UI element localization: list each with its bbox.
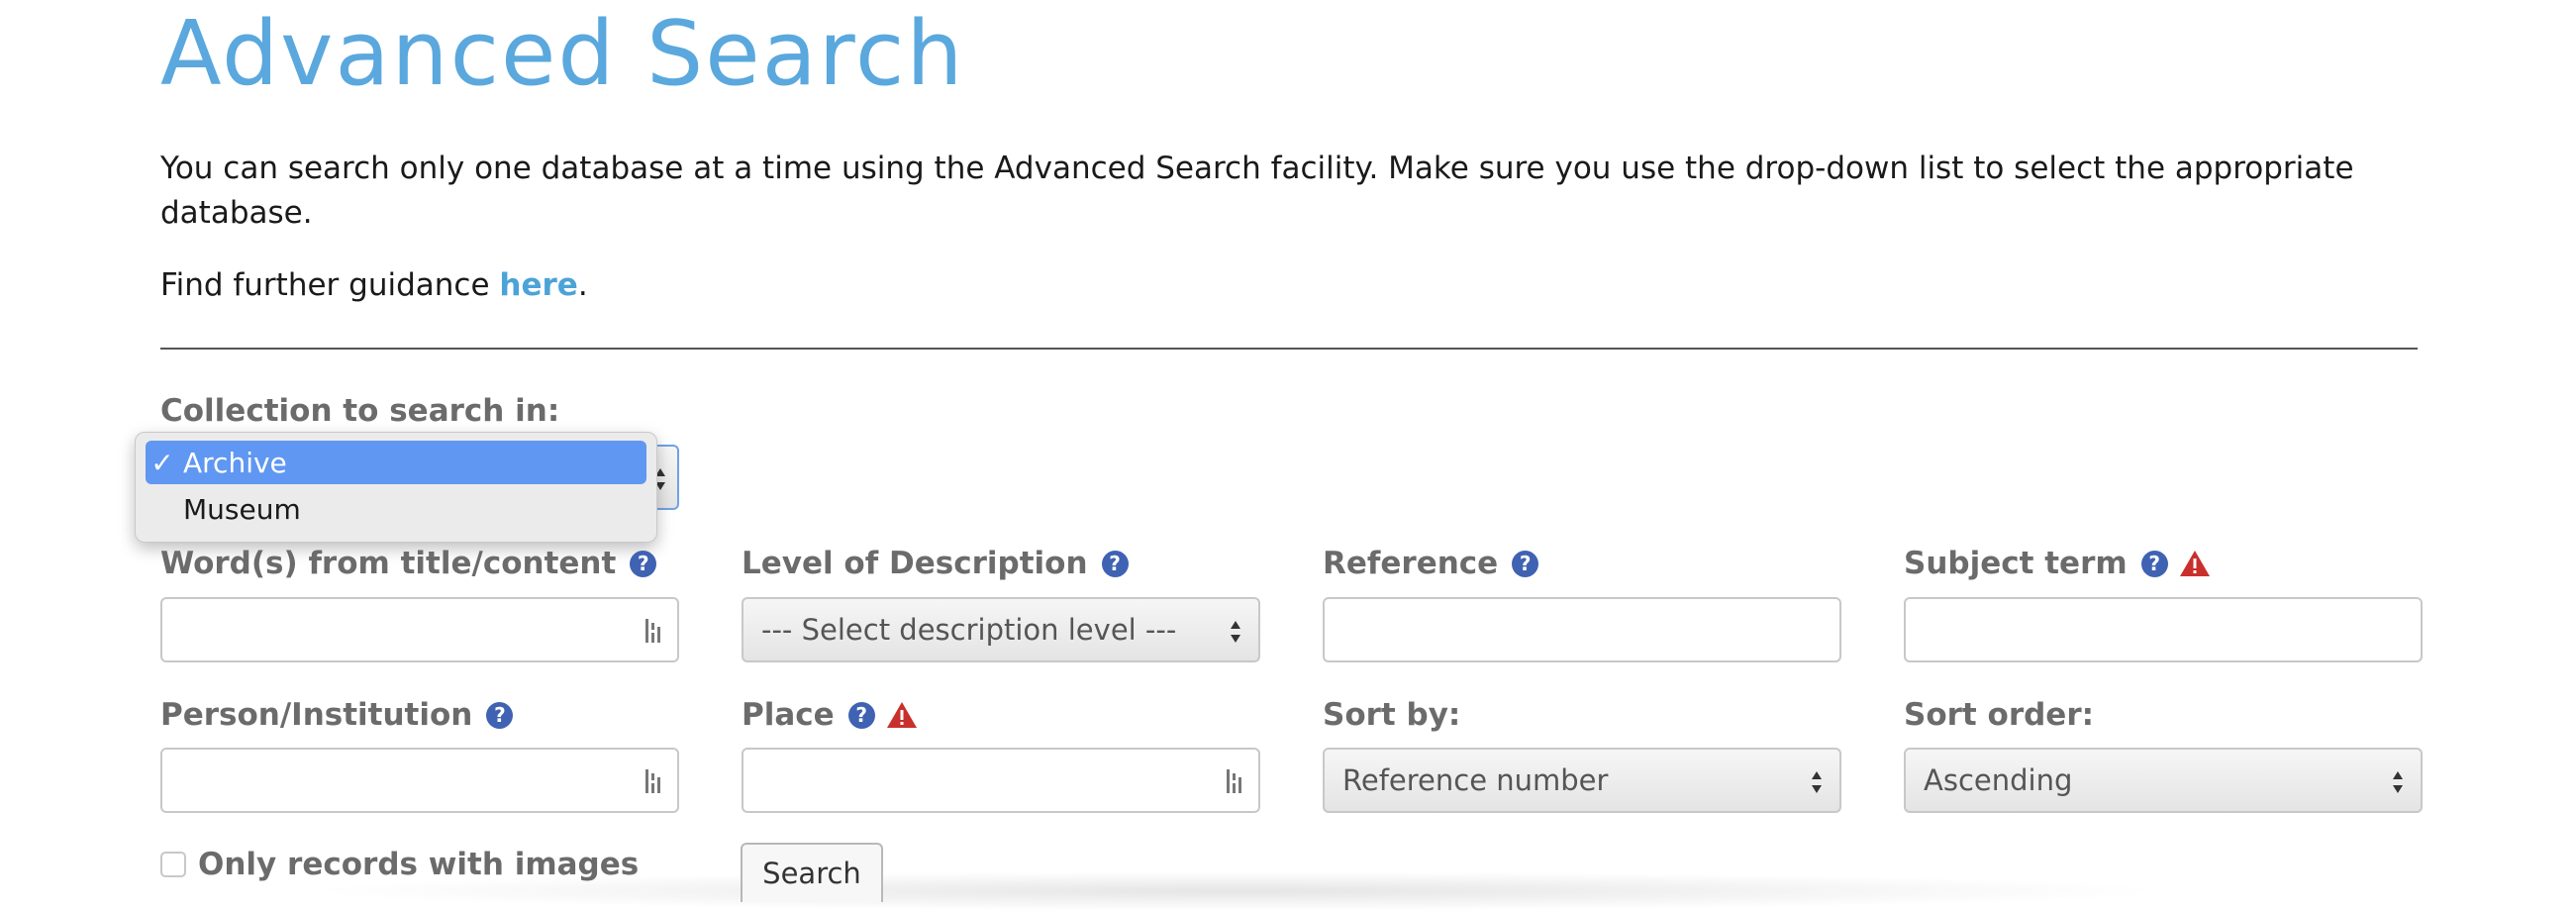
level-label: Level of Description bbox=[742, 546, 1088, 581]
place-label-row: Place ? bbox=[742, 693, 919, 737]
level-select-value: --- Select description level --- bbox=[761, 613, 1177, 647]
sortorder-select-value: Ascending bbox=[1924, 763, 2073, 797]
intro-text: You can search only one database at a ti… bbox=[160, 151, 2354, 231]
subject-label-row: Subject term ? bbox=[1904, 542, 2212, 585]
words-label-row: Word(s) from title/content ? bbox=[160, 542, 657, 585]
words-input[interactable] bbox=[160, 597, 679, 662]
words-label: Word(s) from title/content bbox=[160, 546, 617, 581]
help-icon[interactable]: ? bbox=[847, 701, 875, 729]
help-icon[interactable]: ? bbox=[630, 550, 657, 577]
place-label: Place bbox=[742, 697, 835, 733]
reference-label-row: Reference ? bbox=[1323, 542, 1539, 585]
subject-label: Subject term bbox=[1904, 546, 2128, 581]
select-arrows-icon bbox=[2393, 771, 2403, 793]
level-select[interactable]: --- Select description level --- bbox=[742, 597, 1260, 662]
keyboard-icon[interactable] bbox=[1225, 767, 1246, 795]
sortby-select-value: Reference number bbox=[1342, 763, 1609, 797]
warning-icon[interactable] bbox=[2178, 549, 2212, 578]
help-icon[interactable]: ? bbox=[486, 701, 514, 729]
collection-label: Collection to search in: bbox=[160, 393, 560, 429]
place-input[interactable] bbox=[742, 748, 1260, 813]
divider bbox=[160, 348, 2418, 350]
keyboard-icon[interactable] bbox=[644, 617, 665, 645]
checkmark-icon: ✓ bbox=[150, 446, 174, 479]
dropdown-option-museum[interactable]: Museum bbox=[146, 487, 646, 531]
select-arrows-icon bbox=[1231, 621, 1240, 643]
guidance-prefix: Find further guidance bbox=[160, 267, 500, 303]
sortorder-label: Sort order: bbox=[1904, 697, 2095, 733]
reference-input[interactable] bbox=[1323, 597, 1841, 662]
guidance-text: Find further guidance here. bbox=[160, 263, 588, 308]
keyboard-icon[interactable] bbox=[644, 767, 665, 795]
reference-label: Reference bbox=[1323, 546, 1499, 581]
sortby-label: Sort by: bbox=[1323, 697, 1461, 733]
page-title: Advanced Search bbox=[160, 2, 965, 106]
person-label-row: Person/Institution ? bbox=[160, 693, 514, 737]
select-arrows-icon bbox=[1812, 771, 1822, 793]
search-button[interactable]: Search bbox=[741, 843, 883, 902]
level-label-row: Level of Description ? bbox=[742, 542, 1129, 585]
footer-shadow bbox=[297, 871, 2178, 911]
sortorder-select[interactable]: Ascending bbox=[1904, 748, 2423, 813]
option-label: Archive bbox=[183, 446, 287, 479]
collection-dropdown: ✓ Archive Museum bbox=[135, 432, 657, 543]
help-icon[interactable]: ? bbox=[2140, 550, 2168, 577]
person-label: Person/Institution bbox=[160, 697, 473, 733]
dropdown-option-archive[interactable]: ✓ Archive bbox=[146, 441, 646, 484]
help-icon[interactable]: ? bbox=[1512, 550, 1539, 577]
sortby-select[interactable]: Reference number bbox=[1323, 748, 1841, 813]
subject-input[interactable] bbox=[1904, 597, 2423, 662]
person-input[interactable] bbox=[160, 748, 679, 813]
warning-icon[interactable] bbox=[885, 700, 919, 730]
images-checkbox[interactable] bbox=[160, 852, 186, 877]
guidance-link[interactable]: here bbox=[499, 267, 577, 303]
guidance-suffix: . bbox=[577, 267, 588, 303]
option-label: Museum bbox=[183, 492, 301, 526]
help-icon[interactable]: ? bbox=[1101, 550, 1129, 577]
